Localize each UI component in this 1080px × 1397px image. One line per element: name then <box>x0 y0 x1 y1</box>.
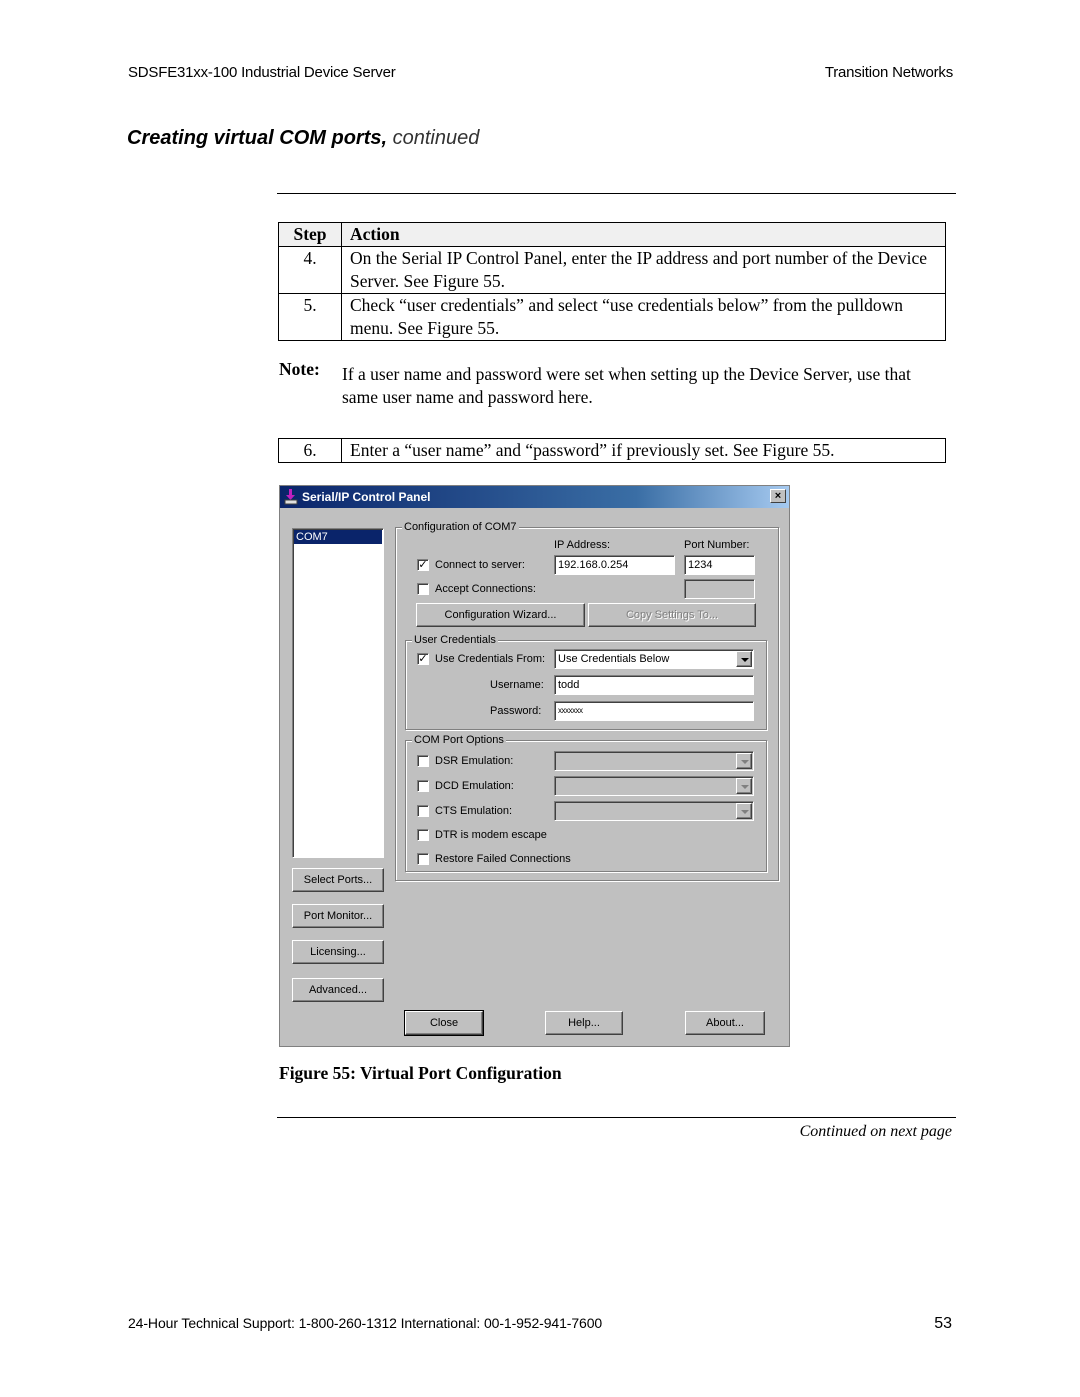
divider-bottom <box>277 1117 956 1118</box>
use-credentials-label: Use Credentials From: <box>435 653 546 665</box>
port-number-input[interactable]: 1234 <box>684 555 755 575</box>
serial-port-app-icon <box>284 489 298 505</box>
password-input[interactable]: xxxxxxx <box>554 701 754 721</box>
user-credentials-group: User Credentials ✓ Use Credentials From:… <box>405 634 767 730</box>
restore-failed-connections-label: Restore Failed Connections <box>435 853 571 865</box>
credentials-source-value: Use Credentials Below <box>558 653 670 665</box>
continued-note: Continued on next page <box>799 1123 952 1140</box>
close-icon[interactable]: × <box>770 489 786 503</box>
help-button[interactable]: Help... <box>545 1011 623 1035</box>
dropdown-arrow-icon[interactable] <box>736 651 752 667</box>
step-number: 5. <box>278 293 342 341</box>
section-title: Creating virtual COM ports, continued <box>127 127 479 150</box>
document-title: SDSFE31xx-100 Industrial Device Server <box>128 64 396 81</box>
company-name: Transition Networks <box>824 64 953 81</box>
step-action: Enter a “user name” and “password” if pr… <box>341 438 946 463</box>
configuration-wizard-button[interactable]: Configuration Wizard... <box>416 603 585 627</box>
username-label: Username: <box>490 679 544 691</box>
com-port-options-group: COM Port Options DSR Emulation: DCD Emul… <box>405 734 767 872</box>
copy-settings-button[interactable]: Copy Settings To... <box>588 603 756 627</box>
ip-address-label: IP Address: <box>554 539 611 551</box>
serial-ip-control-panel-dialog: Serial/IP Control Panel × COM7 Configura… <box>279 485 790 1047</box>
com-port-list[interactable]: COM7 <box>292 528 384 858</box>
support-footer: 24-Hour Technical Support: 1-800-260-131… <box>128 1315 603 1331</box>
divider-top <box>277 193 956 194</box>
select-ports-button[interactable]: Select Ports... <box>292 868 384 892</box>
note-text: If a user name and password were set whe… <box>342 364 911 407</box>
port-number-label: Port Number: <box>684 539 750 551</box>
dcd-emulation-label: DCD Emulation: <box>435 780 514 792</box>
ip-address-input[interactable]: 192.168.0.254 <box>554 555 675 575</box>
dcd-emulation-select[interactable] <box>554 776 754 796</box>
table-row: 5. Check “user credentials” and select “… <box>278 293 946 341</box>
page-number: 53 <box>934 1315 952 1332</box>
com-port-item[interactable]: COM7 <box>294 530 382 544</box>
section-title-main: Creating virtual COM ports, <box>127 127 388 149</box>
user-credentials-legend: User Credentials <box>412 634 498 647</box>
step-action: Check “user credentials” and select “use… <box>341 293 946 341</box>
connect-to-server-checkbox[interactable]: ✓ <box>417 559 429 571</box>
dcd-emulation-checkbox[interactable] <box>417 780 429 792</box>
step-action: On the Serial IP Control Panel, enter th… <box>341 246 946 294</box>
config-group-legend: Configuration of COM7 <box>402 521 519 534</box>
credentials-source-select[interactable]: Use Credentials Below <box>554 649 754 669</box>
figure-caption: Figure 55: Virtual Port Configuration <box>279 1063 562 1083</box>
header-action: Action <box>341 222 946 247</box>
password-label: Password: <box>490 705 542 717</box>
table-row: 4. On the Serial IP Control Panel, enter… <box>278 246 946 294</box>
title-bar[interactable]: Serial/IP Control Panel × <box>280 486 789 508</box>
header-step: Step <box>278 222 342 247</box>
dtr-modem-escape-label: DTR is modem escape <box>435 829 547 841</box>
step-number: 4. <box>278 246 342 294</box>
note-label: Note: <box>279 359 320 379</box>
username-input[interactable]: todd <box>554 675 754 695</box>
config-group: Configuration of COM7 IP Address: Port N… <box>395 521 779 881</box>
use-credentials-checkbox[interactable]: ✓ <box>417 653 429 665</box>
note: Note: If a user name and password were s… <box>279 359 949 409</box>
com-port-options-legend: COM Port Options <box>412 734 506 747</box>
section-title-suffix: continued <box>392 127 480 149</box>
dsr-emulation-label: DSR Emulation: <box>435 755 514 767</box>
advanced-button[interactable]: Advanced... <box>292 978 384 1002</box>
dropdown-arrow-icon[interactable] <box>736 803 752 819</box>
about-button[interactable]: About... <box>685 1011 765 1035</box>
step-number: 6. <box>278 438 342 463</box>
dropdown-arrow-icon[interactable] <box>736 778 752 794</box>
dialog-title: Serial/IP Control Panel <box>302 490 431 504</box>
dsr-emulation-checkbox[interactable] <box>417 755 429 767</box>
accept-connections-checkbox[interactable] <box>417 583 429 595</box>
table-header-row: Step Action <box>278 222 946 247</box>
cts-emulation-checkbox[interactable] <box>417 805 429 817</box>
restore-failed-connections-checkbox[interactable] <box>417 853 429 865</box>
licensing-button[interactable]: Licensing... <box>292 940 384 964</box>
cts-emulation-label: CTS Emulation: <box>435 805 513 817</box>
port-monitor-button[interactable]: Port Monitor... <box>292 904 384 928</box>
table-row: 6. Enter a “user name” and “password” if… <box>278 438 946 463</box>
steps-table: Step Action 4. On the Serial IP Control … <box>278 222 946 341</box>
steps-table-continued: 6. Enter a “user name” and “password” if… <box>278 438 946 463</box>
dropdown-arrow-icon[interactable] <box>736 753 752 769</box>
connect-to-server-label: Connect to server: <box>435 559 525 571</box>
cts-emulation-select[interactable] <box>554 801 754 821</box>
close-button[interactable]: Close <box>404 1010 484 1036</box>
accept-connections-label: Accept Connections: <box>435 583 536 595</box>
dtr-modem-escape-checkbox[interactable] <box>417 829 429 841</box>
accept-port-input[interactable] <box>684 579 755 599</box>
dsr-emulation-select[interactable] <box>554 751 754 771</box>
